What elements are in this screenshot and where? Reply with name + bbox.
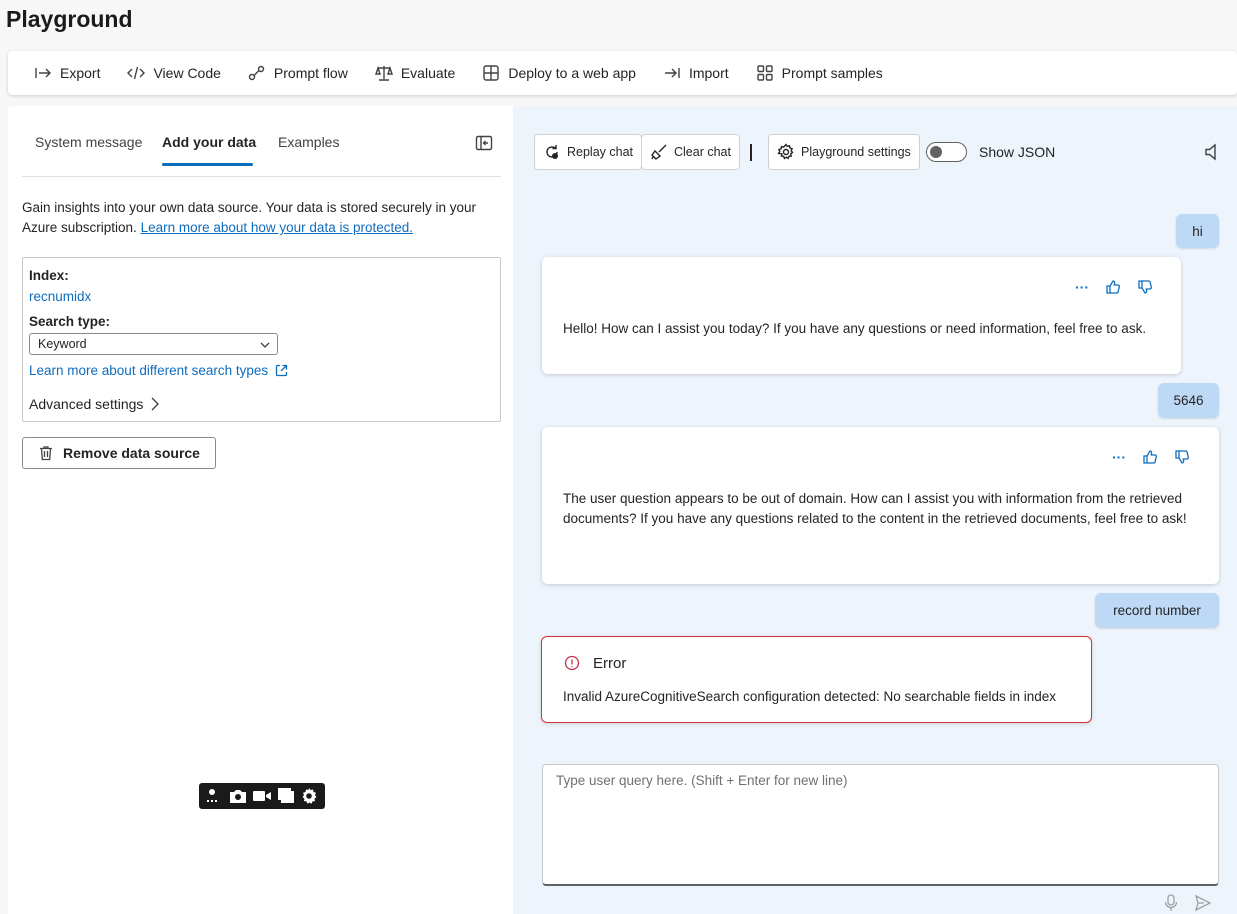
tab-system-message[interactable]: System message — [35, 134, 142, 150]
import-icon — [664, 68, 680, 78]
user-message: hi — [1176, 214, 1219, 248]
chevron-down-icon — [260, 342, 270, 348]
clear-chat-button[interactable]: Clear chat — [641, 134, 740, 170]
message-actions: ··· — [1112, 449, 1190, 465]
active-tab-indicator — [162, 163, 253, 166]
deploy-button[interactable]: Deploy to a web app — [482, 64, 636, 82]
search-type-value: Keyword — [38, 337, 87, 351]
user-query-box — [542, 764, 1219, 886]
error-info-icon — [564, 655, 580, 671]
search-type-label: Search type: — [29, 314, 111, 329]
playground-settings-button[interactable]: Playground settings — [768, 134, 920, 170]
pin-icon[interactable] — [205, 787, 225, 805]
page-title: Playground — [6, 6, 133, 32]
learn-search-types-label: Learn more about different search types — [29, 363, 269, 378]
code-icon — [127, 66, 146, 80]
tab-add-your-data[interactable]: Add your data — [162, 134, 256, 150]
thumbs-down-icon[interactable] — [1174, 449, 1190, 465]
error-text: Invalid AzureCognitiveSearch configurati… — [563, 689, 1057, 704]
advanced-settings-expander[interactable]: Advanced settings — [29, 396, 161, 412]
assistant-message: ··· Hello! How can I assist you today? I… — [542, 257, 1181, 374]
broom-icon — [651, 144, 667, 160]
remove-data-source-label: Remove data source — [63, 445, 200, 461]
window-icon[interactable] — [276, 787, 296, 805]
playground-settings-label: Playground settings — [801, 145, 911, 159]
data-protection-link[interactable]: Learn more about how your data is protec… — [141, 220, 413, 235]
export-label: Export — [60, 65, 101, 81]
thumbs-down-icon[interactable] — [1137, 279, 1153, 295]
user-message-text: record number — [1113, 603, 1201, 618]
camera-icon[interactable] — [228, 787, 248, 805]
flow-icon — [248, 65, 265, 81]
replay-chat-label: Replay chat — [567, 145, 634, 159]
toolbar-divider — [750, 144, 752, 161]
clear-chat-label: Clear chat — [674, 145, 731, 159]
deploy-icon — [483, 65, 500, 81]
prompt-flow-button[interactable]: Prompt flow — [248, 64, 348, 82]
error-title: Error — [593, 655, 627, 672]
export-icon — [35, 68, 51, 78]
export-button[interactable]: Export — [34, 64, 100, 82]
setup-panel: System message Add your data Examples Ga… — [8, 106, 513, 914]
remove-data-source-button[interactable]: Remove data source — [22, 437, 216, 469]
deploy-label: Deploy to a web app — [508, 65, 636, 81]
error-message: Error Invalid AzureCognitiveSearch confi… — [541, 636, 1092, 723]
learn-search-types-link[interactable]: Learn more about different search types — [29, 363, 288, 378]
chevron-right-icon — [151, 397, 160, 411]
message-actions: ··· — [1075, 279, 1153, 295]
thumbs-up-icon[interactable] — [1142, 449, 1158, 465]
prompt-flow-label: Prompt flow — [273, 65, 348, 81]
show-json-label: Show JSON — [979, 144, 1056, 160]
data-source-box: Index: recnumidx Search type: Keyword Le… — [22, 257, 501, 422]
prompt-samples-button[interactable]: Prompt samples — [756, 64, 883, 82]
replay-icon — [546, 145, 558, 159]
trash-icon — [40, 446, 53, 461]
assistant-message-text: Hello! How can I assist you today? If yo… — [563, 321, 1147, 336]
show-json-toggle[interactable] — [926, 142, 967, 162]
speaker-icon[interactable] — [1204, 143, 1220, 161]
index-value-link[interactable]: recnumidx — [29, 289, 91, 304]
advanced-settings-label: Advanced settings — [29, 396, 144, 412]
capture-toolbar — [199, 783, 325, 809]
import-label: Import — [688, 65, 729, 81]
assistant-message: ··· The user question appears to be out … — [542, 427, 1219, 584]
view-code-label: View Code — [153, 65, 221, 81]
import-button[interactable]: Import — [663, 64, 729, 82]
assistant-message-text: The user question appears to be out of d… — [563, 491, 1187, 526]
scale-icon — [374, 65, 393, 81]
evaluate-label: Evaluate — [400, 65, 456, 81]
user-message-text: 5646 — [1173, 393, 1204, 408]
user-query-input[interactable] — [543, 765, 1218, 884]
microphone-icon[interactable] — [1164, 894, 1178, 912]
setup-tabs: System message Add your data Examples — [22, 126, 501, 177]
gear-icon[interactable] — [299, 787, 319, 805]
index-label: Index: — [29, 268, 69, 283]
view-code-button[interactable]: View Code — [127, 64, 221, 82]
search-type-dropdown[interactable]: Keyword — [29, 333, 278, 355]
toolbar: Export View Code Prompt flow Evaluate De… — [8, 51, 1237, 95]
data-description: Gain insights into your own data source.… — [22, 198, 502, 238]
more-options-icon[interactable]: ··· — [1112, 450, 1126, 464]
replay-chat-button[interactable]: Replay chat — [534, 134, 643, 170]
external-link-icon — [276, 364, 288, 377]
evaluate-button[interactable]: Evaluate — [374, 64, 456, 82]
user-message: record number — [1095, 593, 1219, 628]
thumbs-up-icon[interactable] — [1105, 279, 1121, 295]
collapse-panel-icon[interactable] — [475, 134, 493, 152]
more-options-icon[interactable]: ··· — [1075, 280, 1089, 294]
grid-icon — [756, 65, 773, 81]
prompt-samples-label: Prompt samples — [781, 65, 883, 81]
settings-gear-icon — [777, 143, 794, 160]
send-icon[interactable] — [1194, 894, 1212, 912]
user-message: 5646 — [1158, 383, 1219, 418]
tab-examples[interactable]: Examples — [278, 134, 339, 150]
user-message-text: hi — [1192, 223, 1203, 239]
video-camera-icon[interactable] — [252, 787, 272, 805]
chat-panel: Replay chat Clear chat Playground settin… — [513, 106, 1237, 914]
